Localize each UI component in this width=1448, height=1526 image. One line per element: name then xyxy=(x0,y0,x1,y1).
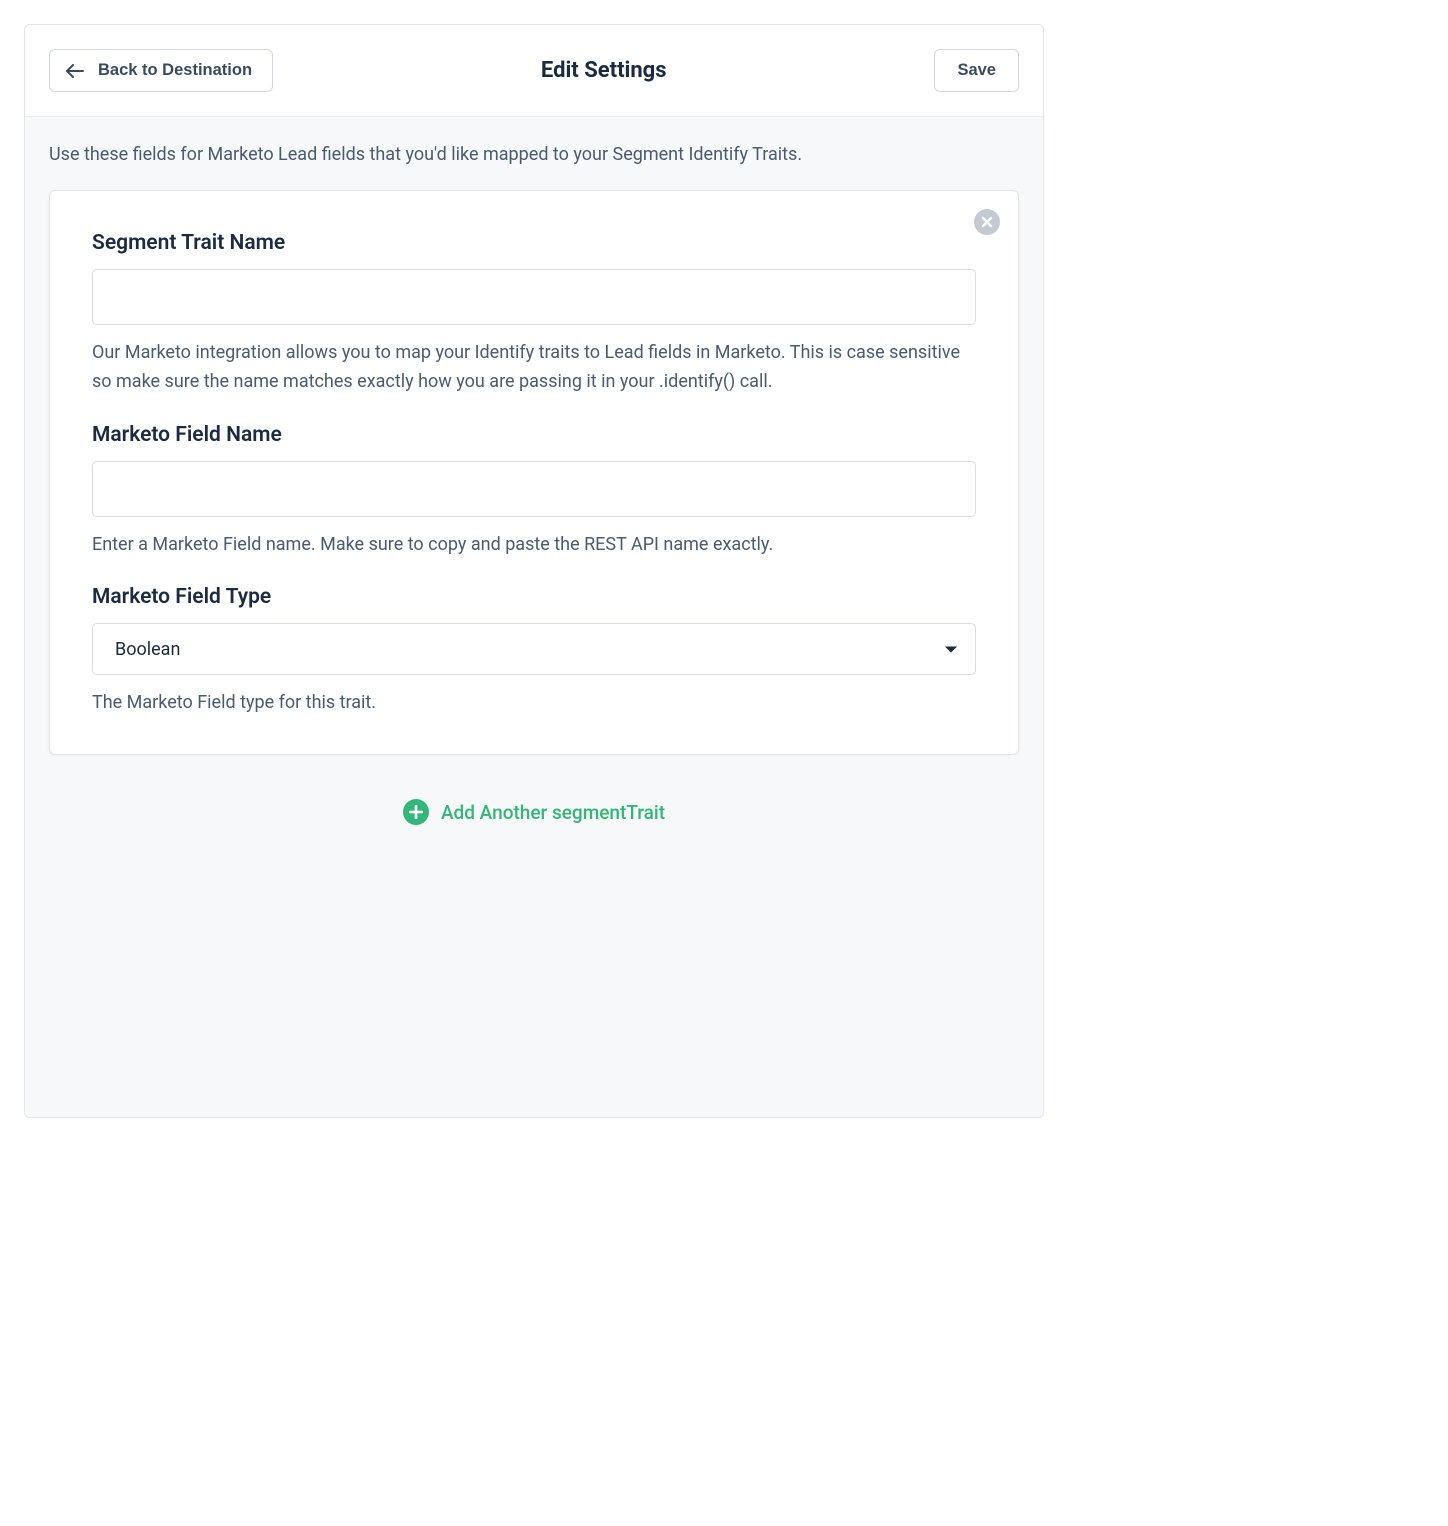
marketo-field-name-input[interactable] xyxy=(92,461,976,517)
add-another-button[interactable]: Add Another segmentTrait xyxy=(49,799,1019,825)
marketo-field-type-label: Marketo Field Type xyxy=(92,585,976,609)
save-button[interactable]: Save xyxy=(934,49,1019,92)
segment-trait-input[interactable] xyxy=(92,269,976,325)
marketo-field-type-select[interactable]: Boolean xyxy=(92,623,976,675)
segment-trait-label: Segment Trait Name xyxy=(92,231,976,255)
marketo-field-type-selected: Boolean xyxy=(115,639,180,660)
add-another-label: Add Another segmentTrait xyxy=(441,801,665,824)
close-icon xyxy=(981,216,993,228)
segment-trait-group: Segment Trait Name Our Marketo integrati… xyxy=(92,231,976,397)
page-title: Edit Settings xyxy=(541,58,667,83)
segment-trait-helper: Our Marketo integration allows you to ma… xyxy=(92,339,976,397)
trait-card: Segment Trait Name Our Marketo integrati… xyxy=(49,190,1019,755)
plus-circle-icon xyxy=(403,799,429,825)
arrow-left-icon xyxy=(66,64,84,78)
back-button-label: Back to Destination xyxy=(98,61,252,80)
back-button[interactable]: Back to Destination xyxy=(49,49,273,92)
intro-text: Use these fields for Marketo Lead fields… xyxy=(49,141,1019,168)
marketo-field-type-group: Marketo Field Type Boolean The Marketo F… xyxy=(92,585,976,718)
marketo-field-name-group: Marketo Field Name Enter a Marketo Field… xyxy=(92,423,976,560)
panel-body: Use these fields for Marketo Lead fields… xyxy=(25,117,1043,1117)
marketo-field-type-select-wrap: Boolean xyxy=(92,623,976,675)
panel-header: Back to Destination Edit Settings Save xyxy=(25,25,1043,117)
marketo-field-type-helper: The Marketo Field type for this trait. xyxy=(92,689,976,718)
marketo-field-name-label: Marketo Field Name xyxy=(92,423,976,447)
remove-card-button[interactable] xyxy=(974,209,1000,235)
marketo-field-name-helper: Enter a Marketo Field name. Make sure to… xyxy=(92,531,976,560)
settings-panel: Back to Destination Edit Settings Save U… xyxy=(24,24,1044,1118)
